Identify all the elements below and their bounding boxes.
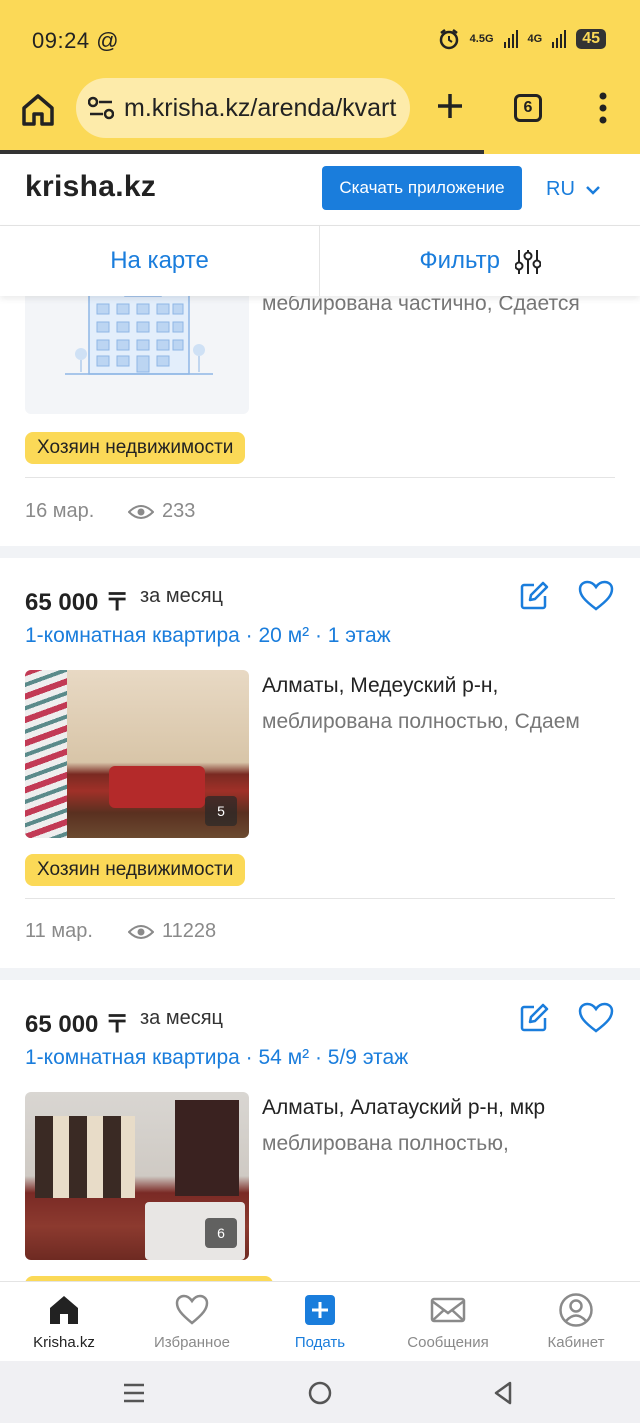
edit-note-icon[interactable] [518, 1002, 550, 1034]
language-selector[interactable]: RU [546, 178, 601, 201]
at-icon: @ [96, 28, 120, 53]
filter-label: Фильтр [419, 247, 500, 274]
listing-price: 65 000 〒 [25, 589, 130, 616]
listing-title-link[interactable]: 1-комнатная квартира · 20 м² · 1 этаж [25, 624, 391, 648]
nav-home[interactable]: Krisha.kz [0, 1282, 128, 1362]
divider [25, 898, 615, 899]
nav-home-label: Krisha.kz [33, 1334, 95, 1351]
views-count: 233 [162, 500, 196, 522]
nav-favorites-label: Избранное [153, 1334, 231, 1351]
listing-views: 11228 [128, 920, 216, 943]
listing-description: меблирована полностью, [262, 1132, 509, 1155]
nav-messages-label: Сообщения [407, 1334, 489, 1351]
chevron-down-icon [586, 185, 600, 195]
map-view-button[interactable]: На карте [0, 226, 320, 296]
map-view-label: На карте [110, 247, 209, 274]
owner-badge: Хозяин недвижимости [25, 854, 246, 886]
home-icon[interactable] [18, 90, 58, 130]
listing-date: 16 мар. [25, 500, 95, 522]
language-label: RU [546, 178, 575, 200]
heart-icon[interactable] [578, 580, 614, 612]
listing-card[interactable]: 65 000 〒 за месяц 1-комнатная квартира ·… [0, 558, 640, 968]
price-period: за месяц [140, 1007, 224, 1029]
address-bar[interactable]: m.krisha.kz/arenda/kvart [76, 78, 410, 138]
home-circle-icon[interactable] [304, 1377, 336, 1409]
network-indicator-1: 4.5G [469, 33, 494, 45]
filter-sliders-icon [514, 249, 542, 274]
status-time: 09:24 @ [32, 28, 120, 53]
recent-apps-icon[interactable] [118, 1377, 150, 1409]
download-app-button[interactable]: Скачать приложение [322, 166, 522, 210]
status-bar: 09:24 @ 4.5G 4G 45 [0, 0, 640, 76]
browser-toolbar: m.krisha.kz/arenda/kvart 6 [0, 76, 640, 154]
nav-post-label: Подать [294, 1334, 346, 1351]
signal-icon-1 [503, 30, 518, 48]
listing-photo[interactable]: 6 [25, 1092, 249, 1260]
divider [25, 477, 615, 478]
heart-icon [175, 1294, 209, 1325]
nav-post-ad[interactable]: Подать [256, 1282, 384, 1362]
listing-card[interactable]: меблирована частично, Сдается Хозяин нед… [0, 296, 640, 546]
listing-title-link[interactable]: 1-комнатная квартира · 54 м² · 5/9 этаж [25, 1046, 408, 1070]
listing-views: 233 [128, 500, 195, 523]
wardrobe-graphic [35, 1116, 135, 1198]
eye-icon [128, 924, 154, 939]
status-icons: 4.5G 4G 45 [438, 28, 606, 50]
alarm-icon [439, 29, 458, 50]
nav-cabinet-label: Кабинет [547, 1334, 605, 1351]
site-logo[interactable]: krisha.kz [25, 170, 156, 204]
back-triangle-icon[interactable] [488, 1377, 520, 1409]
battery-indicator: 45 [576, 29, 606, 49]
network-indicator-2: 4G [527, 33, 543, 45]
listing-description: меблирована полностью, Сдаем [262, 710, 580, 733]
bottom-navigation: Krisha.kz Избранное Подать Сообщения Каб… [0, 1281, 640, 1361]
listing-address: Алматы, Медеуский р-н, [262, 674, 499, 697]
listing-price: 65 000 〒 [25, 1011, 130, 1038]
eye-icon [128, 504, 154, 519]
nav-cabinet[interactable]: Кабинет [512, 1282, 640, 1362]
listing-placeholder-image[interactable] [25, 296, 249, 414]
listings-feed[interactable]: меблирована частично, Сдается Хозяин нед… [0, 296, 640, 1281]
listing-address: Алматы, Алатауский р-н, мкр [262, 1096, 546, 1119]
listing-description: меблирована частично, Сдается [262, 296, 580, 315]
user-circle-icon [559, 1293, 593, 1327]
envelope-icon [430, 1297, 466, 1323]
listing-card[interactable]: 65 000 〒 за месяц 1-комнатная квартира ·… [0, 980, 640, 1281]
curtain-graphic [25, 670, 67, 838]
photo-count: 5 [205, 796, 237, 826]
nav-favorites[interactable]: Избранное [128, 1282, 256, 1362]
new-tab-icon[interactable] [432, 88, 468, 124]
building-placeholder-icon [65, 296, 213, 375]
heart-icon[interactable] [578, 1002, 614, 1034]
views-count: 11228 [162, 920, 217, 942]
add-square-icon [305, 1295, 335, 1325]
filter-button[interactable]: Фильтр [320, 226, 640, 296]
nav-messages[interactable]: Сообщения [384, 1282, 512, 1362]
site-settings-icon[interactable] [88, 96, 114, 120]
url-text: m.krisha.kz/arenda/kvart [124, 94, 397, 122]
photo-count: 6 [205, 1218, 237, 1248]
list-toolbar: На карте Фильтр [0, 226, 640, 296]
more-menu-icon[interactable] [596, 90, 610, 126]
edit-note-icon[interactable] [518, 580, 550, 612]
listing-photo[interactable]: 5 [25, 670, 249, 838]
tab-switcher-button[interactable]: 6 [514, 94, 542, 122]
system-navigation-bar [0, 1361, 640, 1423]
listing-date: 11 мар. [25, 920, 93, 942]
site-header: krisha.kz Скачать приложение RU [0, 154, 640, 226]
price-period: за месяц [140, 585, 224, 607]
card-separator [0, 968, 640, 980]
owner-badge: Хозяин недвижимости [25, 432, 246, 464]
curtains-graphic [175, 1100, 239, 1196]
card-separator [0, 546, 640, 558]
sofa-graphic [109, 766, 205, 808]
signal-icon-2 [552, 30, 567, 48]
home-filled-icon [50, 1296, 78, 1324]
